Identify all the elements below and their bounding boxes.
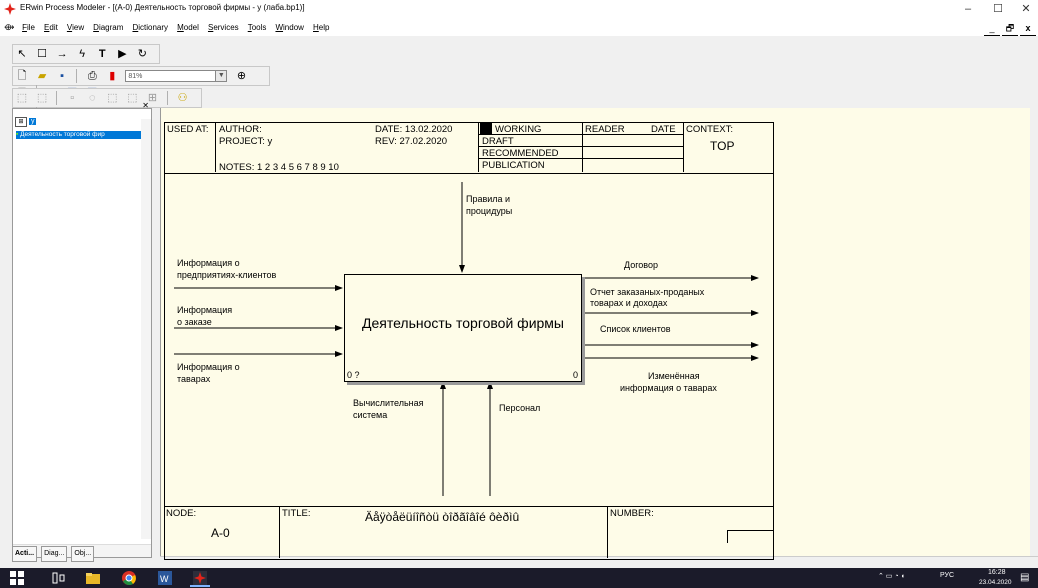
output-label-clients[interactable]: Список клиентов [600, 324, 671, 335]
control-label-line2[interactable]: процидуры [466, 206, 512, 217]
taskbar: W ⌃ ▭ ◔ ◖ РУС 16:28 23.04.2020 ▤ [0, 568, 1038, 588]
divider [607, 506, 608, 558]
divider [279, 506, 280, 558]
notifications-icon[interactable]: ▤ [1020, 572, 1029, 583]
number-label: NUMBER: [610, 508, 654, 519]
input-label-clients-2[interactable]: предприятиях-клиентов [177, 270, 276, 281]
output-label-changed-2[interactable]: информация о таварах [620, 383, 717, 394]
node-label: NODE: [166, 508, 197, 519]
erwin-taskbar-icon[interactable] [193, 571, 207, 585]
language-indicator[interactable]: РУС [940, 572, 954, 579]
node-value: A-0 [211, 526, 230, 540]
footer-divider [164, 506, 773, 507]
activity-cost-label: 0 ? [347, 370, 360, 380]
input-label-goods-1[interactable]: Информация о [177, 362, 240, 373]
title-label: TITLE: [282, 508, 311, 519]
mechanism-label-system-2[interactable]: система [353, 410, 387, 421]
system-tray-icons[interactable]: ⌃ ▭ ◔ ◖ [878, 572, 905, 580]
activity-number-label: 0 [572, 370, 578, 380]
clock-date[interactable]: 23.04.2020 [979, 579, 1012, 586]
word-icon[interactable]: W [158, 571, 172, 585]
output-label-report-2[interactable]: товарах и доходах [590, 298, 667, 309]
control-label-line1[interactable]: Правила и [466, 194, 510, 205]
input-label-goods-2[interactable]: таварах [177, 374, 210, 385]
activity-box[interactable]: Деятельность торговой фирмы 0 ? 0 [344, 274, 582, 382]
input-label-order-1[interactable]: Информация [177, 305, 232, 316]
mechanism-label-system-1[interactable]: Вычислительная [353, 398, 423, 409]
activity-title: Деятельность торговой фирмы [361, 315, 564, 331]
number-box [727, 530, 774, 543]
mechanism-label-staff[interactable]: Персонал [499, 403, 540, 414]
chrome-icon[interactable] [122, 571, 136, 585]
output-label-report-1[interactable]: Отчет заказаных-проданых [590, 287, 704, 298]
input-label-order-2[interactable]: о заказе [177, 317, 212, 328]
output-label-changed-1[interactable]: Изменённая [648, 371, 700, 382]
file-explorer-icon[interactable] [86, 571, 100, 585]
windows-start-icon[interactable] [10, 571, 24, 585]
svg-text:W: W [160, 574, 169, 584]
title-value: Äåÿòåëüíîñòü òîðãîâîé ôèðìû [365, 510, 520, 524]
output-label-contract[interactable]: Договор [624, 260, 658, 271]
task-view-icon[interactable] [52, 571, 66, 585]
active-app-indicator [190, 585, 210, 587]
clock-time[interactable]: 16:28 [988, 569, 1006, 576]
input-label-clients-1[interactable]: Информация о [177, 258, 240, 269]
